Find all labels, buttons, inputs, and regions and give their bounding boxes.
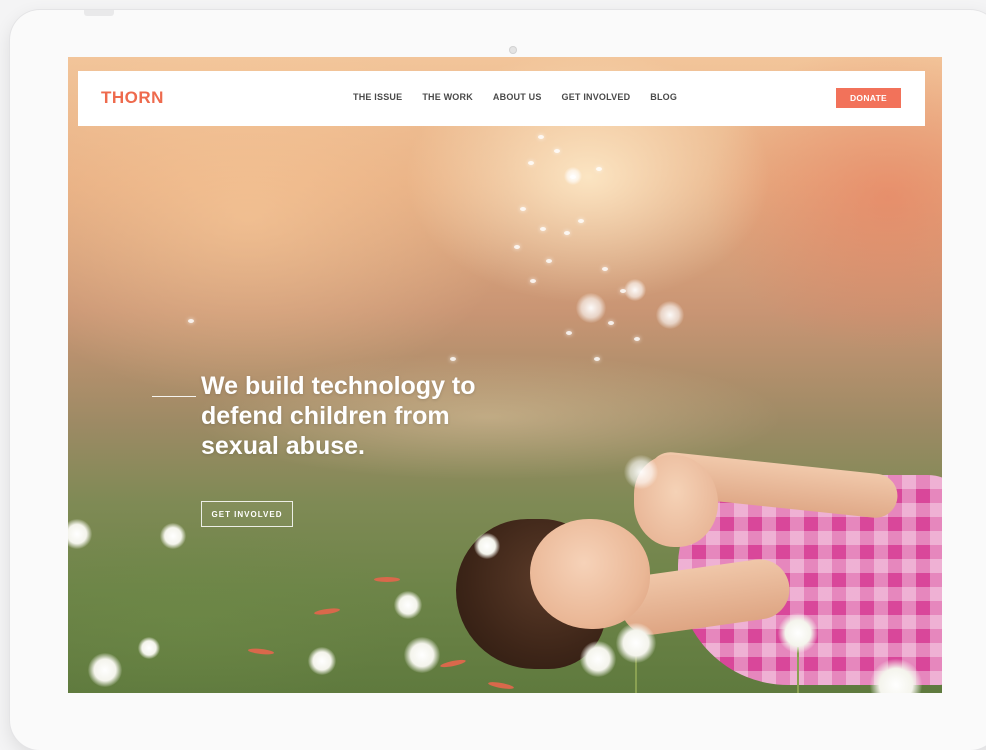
dandelion-seed — [546, 259, 552, 263]
donate-button[interactable]: DONATE — [836, 88, 901, 108]
dandelion-flower — [308, 647, 336, 675]
dandelion-flower — [160, 523, 186, 549]
red-petal — [374, 577, 400, 582]
dandelion-flower — [88, 653, 122, 687]
dandelion-seed — [554, 149, 560, 153]
dandelion-seed — [564, 231, 570, 235]
dandelion-seed — [528, 161, 534, 165]
dandelion-flower — [474, 533, 500, 559]
thorn-logo[interactable]: THORN — [101, 88, 164, 108]
nav-link-the-issue[interactable]: THE ISSUE — [353, 92, 402, 102]
dandelion-seed — [520, 207, 526, 211]
dandelion-fluff — [624, 279, 646, 301]
nav-link-the-work[interactable]: THE WORK — [422, 92, 473, 102]
camera-icon — [509, 46, 517, 54]
dandelion-flower — [580, 641, 616, 677]
dandelion-flower — [138, 637, 160, 659]
dandelion-flower — [778, 613, 818, 653]
nav-link-blog[interactable]: BLOG — [650, 92, 677, 102]
main-nav: THE ISSUE THE WORK ABOUT US GET INVOLVED… — [353, 92, 677, 102]
dandelion-seed — [538, 135, 544, 139]
hero-divider-line — [152, 396, 196, 397]
dandelion-fluff — [656, 301, 684, 329]
dandelion-seed — [608, 321, 614, 325]
flower-stem — [797, 647, 799, 693]
dandelion-flower — [394, 591, 422, 619]
dandelion-seed — [594, 357, 600, 361]
hero-headline: We build technology to defend children f… — [201, 372, 476, 460]
dandelion-seed — [540, 227, 546, 231]
nav-link-get-involved[interactable]: GET INVOLVED — [562, 92, 631, 102]
hero-section: THORN THE ISSUE THE WORK ABOUT US GET IN… — [68, 57, 942, 693]
site-header: THORN THE ISSUE THE WORK ABOUT US GET IN… — [78, 71, 925, 126]
dandelion-seed — [602, 267, 608, 271]
dandelion-flower — [616, 623, 656, 663]
dandelion-seed — [450, 357, 456, 361]
dandelion-flower — [404, 637, 440, 673]
photo-girl-face — [530, 519, 650, 629]
dandelion-seed — [514, 245, 520, 249]
dandelion-seed — [634, 337, 640, 341]
dandelion-fluff — [576, 293, 606, 323]
dandelion-seed — [578, 219, 584, 223]
dandelion-fluff — [564, 167, 582, 185]
dandelion-seed — [566, 331, 572, 335]
dandelion-fluff — [624, 455, 658, 489]
nav-link-about-us[interactable]: ABOUT US — [493, 92, 542, 102]
get-involved-button[interactable]: GET INVOLVED — [201, 501, 293, 527]
device-notch — [84, 10, 114, 16]
dandelion-seed — [530, 279, 536, 283]
dandelion-seed — [596, 167, 602, 171]
dandelion-seed — [188, 319, 194, 323]
